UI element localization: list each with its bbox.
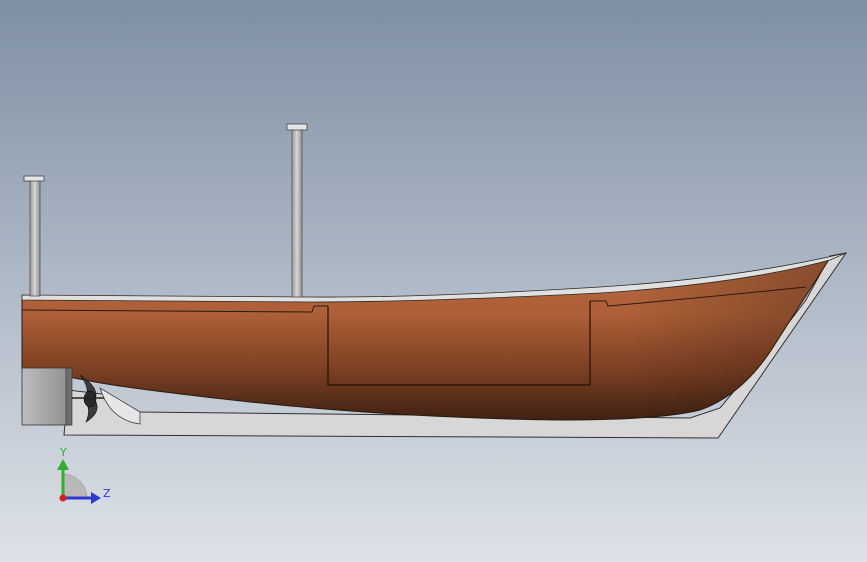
y-axis-label: Y [59,446,67,459]
model-viewport[interactable]: Y Z [0,0,867,562]
z-axis-label: Z [103,487,111,500]
x-axis-origin [59,494,67,502]
rudder[interactable] [21,367,73,426]
